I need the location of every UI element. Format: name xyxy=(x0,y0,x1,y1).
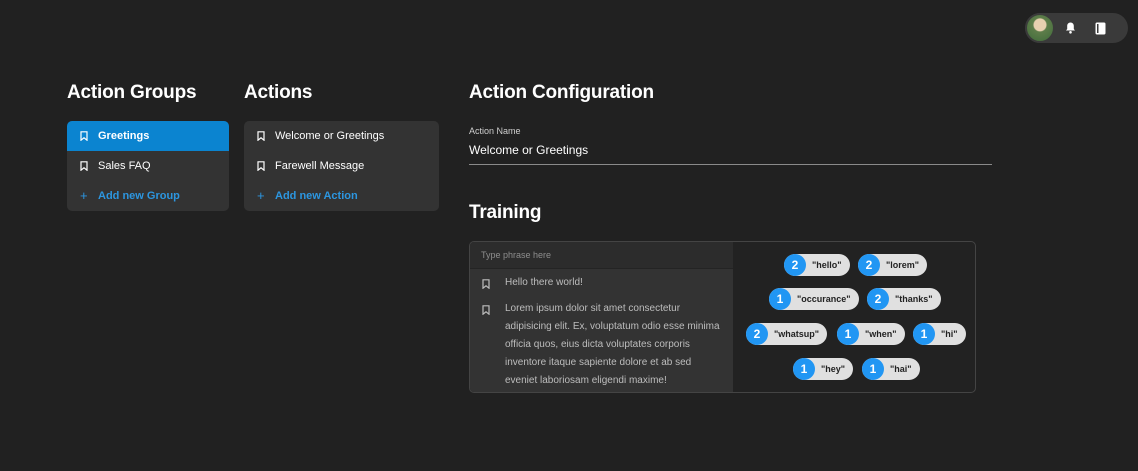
keyword-word: "when" xyxy=(865,329,897,339)
action-item-farewell[interactable]: Farewell Message xyxy=(244,151,439,181)
training-phrases-panel: Hello there world! Lorem ipsum dolor sit… xyxy=(470,242,733,392)
group-item-sales-faq[interactable]: Sales FAQ xyxy=(67,151,229,181)
keyword-count: 2 xyxy=(746,323,768,345)
bookmark-icon xyxy=(80,131,90,141)
add-action-label: Add new Action xyxy=(275,190,358,202)
keyword-count: 1 xyxy=(913,323,935,345)
keyword-chip[interactable]: 1 "hai" xyxy=(862,358,920,380)
keyword-count: 2 xyxy=(784,254,806,276)
action-name-underline xyxy=(469,164,992,165)
add-group-button[interactable]: + Add new Group xyxy=(67,181,229,211)
phrase-text: Hello there world! xyxy=(505,277,583,288)
action-name-field[interactable]: Welcome or Greetings xyxy=(469,143,588,157)
keyword-word: "thanks" xyxy=(895,294,933,304)
action-name-label: Action Name xyxy=(469,126,521,136)
action-groups-list: Greetings Sales FAQ + Add new Group xyxy=(67,121,229,211)
keyword-count: 1 xyxy=(793,358,815,380)
phrase-text: Lorem ipsum dolor sit amet consectetur a… xyxy=(505,303,720,386)
phrase-input[interactable] xyxy=(470,242,733,269)
top-toolbar xyxy=(1025,13,1128,43)
keyword-count: 1 xyxy=(769,288,791,310)
action-item-label: Welcome or Greetings xyxy=(275,130,385,142)
bookmark-icon xyxy=(257,161,267,171)
bookmark-icon xyxy=(257,131,267,141)
keyword-word: "whatsup" xyxy=(774,329,820,339)
add-group-label: Add new Group xyxy=(98,190,180,202)
keyword-chip[interactable]: 1 "when" xyxy=(837,323,905,345)
bookmark-icon xyxy=(482,304,492,390)
group-item-label: Greetings xyxy=(98,130,150,142)
keyword-count: 1 xyxy=(862,358,884,380)
plus-icon: + xyxy=(257,188,265,203)
bookmark-icon xyxy=(482,278,492,296)
keyword-word: "occurance" xyxy=(797,294,851,304)
keyword-chip[interactable]: 2 "thanks" xyxy=(867,288,941,310)
bookmark-icon xyxy=(80,161,90,171)
user-avatar[interactable] xyxy=(1025,13,1055,43)
training-title: Training xyxy=(469,202,542,223)
actions-list: Welcome or Greetings Farewell Message + … xyxy=(244,121,439,211)
keyword-cloud: 2 "hello" 2 "lorem" 1 "occurance" 2 "tha… xyxy=(733,242,975,392)
action-groups-title: Action Groups xyxy=(67,82,197,103)
keyword-word: "lorem" xyxy=(886,260,920,270)
bell-icon xyxy=(1065,22,1075,34)
group-item-greetings[interactable]: Greetings xyxy=(67,121,229,151)
add-action-button[interactable]: + Add new Action xyxy=(244,181,439,211)
keyword-chip[interactable]: 1 "occurance" xyxy=(769,288,859,310)
book-icon xyxy=(1095,22,1105,34)
keyword-chip[interactable]: 2 "hello" xyxy=(784,254,850,276)
action-config-title: Action Configuration xyxy=(469,82,654,103)
docs-button[interactable] xyxy=(1085,13,1115,43)
actions-title: Actions xyxy=(244,82,313,103)
keyword-word: "hello" xyxy=(812,260,842,270)
keyword-count: 1 xyxy=(837,323,859,345)
phrase-item[interactable]: Lorem ipsum dolor sit amet consectetur a… xyxy=(482,300,722,390)
keyword-word: "hai" xyxy=(890,364,912,374)
keyword-chip[interactable]: 1 "hey" xyxy=(793,358,854,380)
keyword-chip[interactable]: 1 "hi" xyxy=(913,323,966,345)
phrase-item[interactable]: Hello there world! xyxy=(482,274,722,296)
keyword-chip[interactable]: 2 "whatsup" xyxy=(746,323,828,345)
action-item-label: Farewell Message xyxy=(275,160,365,172)
training-box: Hello there world! Lorem ipsum dolor sit… xyxy=(469,241,976,393)
keyword-count: 2 xyxy=(858,254,880,276)
keyword-word: "hi" xyxy=(941,329,958,339)
keyword-chip[interactable]: 2 "lorem" xyxy=(858,254,928,276)
keyword-word: "hey" xyxy=(821,364,846,374)
notifications-button[interactable] xyxy=(1055,13,1085,43)
action-item-welcome[interactable]: Welcome or Greetings xyxy=(244,121,439,151)
group-item-label: Sales FAQ xyxy=(98,160,151,172)
plus-icon: + xyxy=(80,188,88,203)
keyword-count: 2 xyxy=(867,288,889,310)
